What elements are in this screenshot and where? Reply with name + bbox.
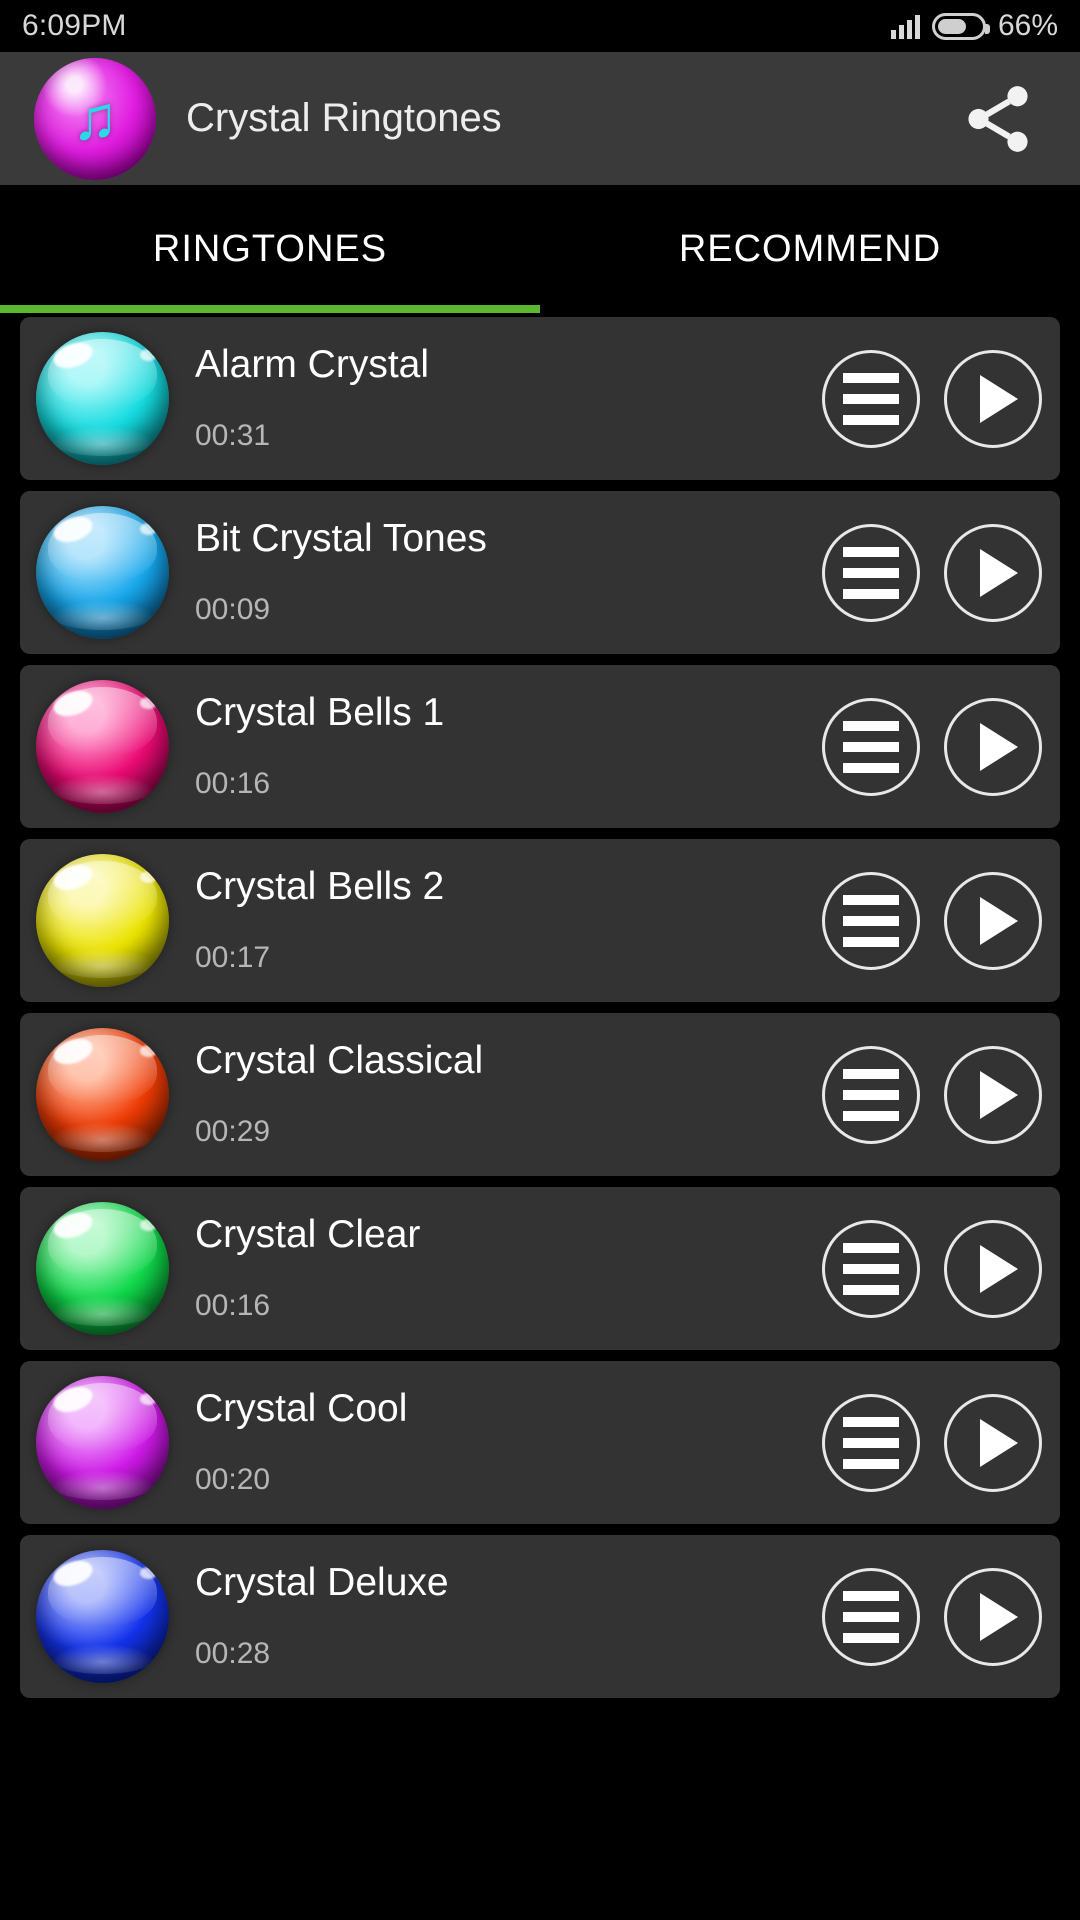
menu-list-icon[interactable] <box>822 1393 920 1492</box>
ringtone-info: Alarm Crystal 00:31 <box>195 332 822 465</box>
play-icon[interactable] <box>944 871 1042 970</box>
status-indicators: 66% <box>890 9 1058 43</box>
share-icon[interactable] <box>950 71 1046 167</box>
ringtone-title: Alarm Crystal <box>195 343 430 386</box>
play-icon[interactable] <box>944 1219 1042 1318</box>
status-bar: 6:09PM 66% <box>0 0 1080 52</box>
tab-ringtones[interactable]: RINGTONES <box>0 185 540 313</box>
ringtone-duration: 00:09 <box>195 593 271 626</box>
table-row[interactable]: Crystal Bells 2 00:17 <box>20 839 1060 1002</box>
ringtone-duration: 00:16 <box>195 1289 271 1322</box>
table-row[interactable]: Alarm Crystal 00:31 <box>20 317 1060 480</box>
menu-list-icon[interactable] <box>822 1219 920 1318</box>
ringtone-thumbnail <box>36 1550 169 1683</box>
menu-list-icon[interactable] <box>822 871 920 970</box>
row-actions <box>822 871 1042 970</box>
row-actions <box>822 349 1042 448</box>
menu-list-icon[interactable] <box>822 523 920 622</box>
table-row[interactable]: Crystal Cool 00:20 <box>20 1361 1060 1524</box>
ringtone-title: Bit Crystal Tones <box>195 517 487 560</box>
ringtone-thumbnail <box>36 1376 169 1509</box>
ringtone-title: Crystal Classical <box>195 1039 484 1082</box>
menu-list-icon[interactable] <box>822 1045 920 1144</box>
ringtone-title: Crystal Deluxe <box>195 1561 449 1604</box>
ringtone-thumbnail <box>36 1202 169 1335</box>
app-bar: ♫ Crystal Ringtones <box>0 52 1080 185</box>
ringtone-list[interactable]: Alarm Crystal 00:31 Bit Crystal Tones 00:09… <box>0 313 1080 1920</box>
ringtone-thumbnail <box>36 854 169 987</box>
ringtone-info: Crystal Bells 2 00:17 <box>195 854 822 987</box>
tab-recommend[interactable]: RECOMMEND <box>540 185 1080 313</box>
play-icon[interactable] <box>944 1045 1042 1144</box>
ringtone-thumbnail <box>36 332 169 465</box>
ringtone-info: Crystal Classical 00:29 <box>195 1028 822 1161</box>
logo-note-glyph: ♫ <box>71 83 119 153</box>
ringtone-info: Bit Crystal Tones 00:09 <box>195 506 822 639</box>
ringtone-thumbnail <box>36 506 169 639</box>
music-note-logo-icon: ♫ <box>34 57 156 180</box>
play-icon[interactable] <box>944 349 1042 448</box>
table-row[interactable]: Crystal Classical 00:29 <box>20 1013 1060 1176</box>
page-title: Crystal Ringtones <box>186 96 502 140</box>
ringtone-info: Crystal Clear 00:16 <box>195 1202 822 1335</box>
tab-ringtones-label: RINGTONES <box>152 227 388 270</box>
row-actions <box>822 697 1042 796</box>
ringtone-title: Crystal Bells 1 <box>195 691 445 734</box>
ringtone-info: Crystal Cool 00:20 <box>195 1376 822 1509</box>
ringtone-duration: 00:20 <box>195 1463 271 1496</box>
ringtone-duration: 00:16 <box>195 767 271 800</box>
ringtone-duration: 00:31 <box>195 419 271 452</box>
play-icon[interactable] <box>944 1567 1042 1666</box>
menu-list-icon[interactable] <box>822 1567 920 1666</box>
play-icon[interactable] <box>944 1393 1042 1492</box>
ringtone-title: Crystal Bells 2 <box>195 865 445 908</box>
row-actions <box>822 1219 1042 1318</box>
play-icon[interactable] <box>944 523 1042 622</box>
active-tab-indicator <box>0 305 540 313</box>
row-actions <box>822 1045 1042 1144</box>
ringtone-title: Crystal Cool <box>195 1387 408 1430</box>
ringtone-duration: 00:17 <box>195 941 271 974</box>
ringtone-thumbnail <box>36 680 169 813</box>
ringtone-info: Crystal Bells 1 00:16 <box>195 680 822 813</box>
table-row[interactable]: Crystal Bells 1 00:16 <box>20 665 1060 828</box>
row-actions <box>822 1567 1042 1666</box>
table-row[interactable]: Crystal Deluxe 00:28 <box>20 1535 1060 1698</box>
tab-bar: RINGTONES RECOMMEND <box>0 185 1080 313</box>
battery-icon <box>931 12 990 40</box>
status-time: 6:09PM <box>22 9 127 42</box>
play-icon[interactable] <box>944 697 1042 796</box>
menu-list-icon[interactable] <box>822 697 920 796</box>
ringtone-title: Crystal Clear <box>195 1213 421 1256</box>
ringtone-info: Crystal Deluxe 00:28 <box>195 1550 822 1683</box>
signal-bars-icon <box>890 13 920 39</box>
ringtone-duration: 00:29 <box>195 1115 271 1148</box>
battery-percent: 66% <box>997 9 1058 42</box>
table-row[interactable]: Crystal Clear 00:16 <box>20 1187 1060 1350</box>
menu-list-icon[interactable] <box>822 349 920 448</box>
row-actions <box>822 1393 1042 1492</box>
ringtone-thumbnail <box>36 1028 169 1161</box>
row-actions <box>822 523 1042 622</box>
ringtone-duration: 00:28 <box>195 1637 271 1670</box>
tab-recommend-label: RECOMMEND <box>678 227 942 270</box>
table-row[interactable]: Bit Crystal Tones 00:09 <box>20 491 1060 654</box>
